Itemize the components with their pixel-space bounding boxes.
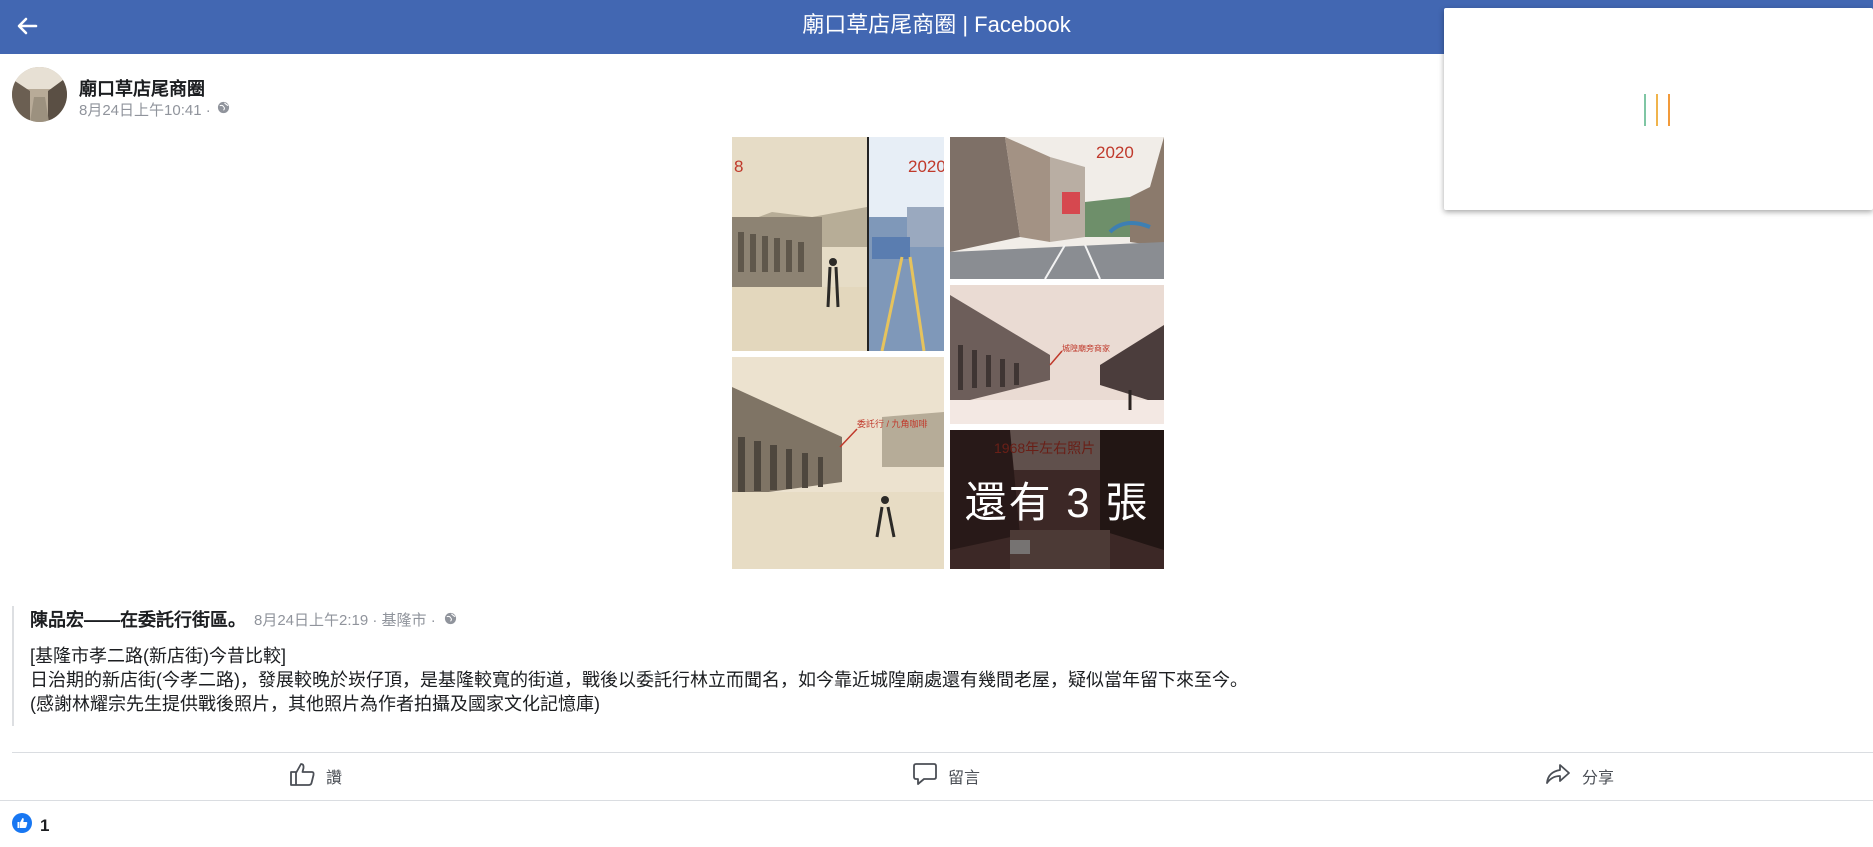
page-name-link[interactable]: 廟口草店尾商圈 [79, 75, 205, 101]
shared-location-phrase[interactable]: ——在委託行街區。 [84, 610, 246, 630]
post-text-line: [基隆市孝二路(新店街)今昔比較] [30, 646, 286, 666]
photo-year-tag: 8 [734, 157, 744, 176]
loading-spinner-icon [1644, 94, 1670, 126]
photo-grid: 8 2020 2020 城隍廟旁商家 委託行 / 九角咖啡 1968年左右照片 … [732, 137, 1164, 569]
like-label: 讚 [326, 770, 343, 787]
globe-icon [444, 609, 457, 630]
loading-popup [1444, 8, 1873, 210]
photo-caption: 委託行 / 九角咖啡 [857, 419, 928, 429]
shared-author-link[interactable]: 陳品宏 [30, 610, 84, 630]
photo-3[interactable]: 城隍廟旁商家 [950, 285, 1164, 424]
shared-post-meta[interactable]: 8月24日上午2:19 · 基隆市 · [254, 609, 436, 630]
photo-year-tag: 2020 [1096, 143, 1134, 162]
share-arrow-icon [1544, 761, 1572, 792]
photo-5-more[interactable]: 1968年左右照片 還有 3 張 [950, 430, 1164, 569]
post-text-line: 日治期的新店街(今孝二路)，發展較晚於崁仔頂，是基隆較寬的街道，戰後以委託行林立… [30, 670, 1248, 690]
more-photos-label: 還有 3 張 [964, 479, 1150, 526]
thumbs-up-icon [288, 761, 316, 792]
reactions-summary[interactable]: 1 [12, 813, 49, 838]
post-timestamp[interactable]: 8月24日上午10:41 · [79, 99, 211, 120]
photo-4[interactable]: 委託行 / 九角咖啡 [732, 357, 944, 569]
globe-icon [217, 101, 230, 118]
shared-post-header: 陳品宏——在委託行街區。 8月24日上午2:19 · 基隆市 · [30, 606, 457, 632]
shared-post: 陳品宏——在委託行街區。 8月24日上午2:19 · 基隆市 · [基隆市孝二路… [12, 606, 1344, 726]
like-reaction-icon [12, 813, 32, 838]
like-button[interactable]: 讚 [288, 752, 342, 800]
comment-bubble-icon [912, 761, 938, 792]
post-text-line: (感謝林耀宗先生提供戰後照片，其他照片為作者拍攝及國家文化記憶庫) [30, 694, 600, 714]
action-bar: 讚 留言 分享 [0, 752, 1873, 800]
comment-button[interactable]: 留言 [912, 752, 980, 800]
share-button[interactable]: 分享 [1544, 752, 1614, 800]
photo-year-tag: 2020 [908, 157, 944, 176]
divider [0, 800, 1873, 801]
share-label: 分享 [1582, 770, 1615, 787]
avatar[interactable] [12, 67, 67, 122]
more-photos-overlay[interactable]: 還有 3 張 [950, 430, 1164, 569]
post-meta: 8月24日上午10:41 · [79, 99, 230, 120]
photo-caption: 城隍廟旁商家 [1062, 344, 1110, 353]
reaction-count: 1 [40, 815, 50, 835]
comment-label: 留言 [948, 770, 981, 787]
photo-1[interactable]: 8 2020 [732, 137, 944, 351]
shared-post-body: [基隆市孝二路(新店街)今昔比較] 日治期的新店街(今孝二路)，發展較晚於崁仔頂… [30, 644, 1248, 716]
photo-2[interactable]: 2020 [950, 137, 1164, 279]
